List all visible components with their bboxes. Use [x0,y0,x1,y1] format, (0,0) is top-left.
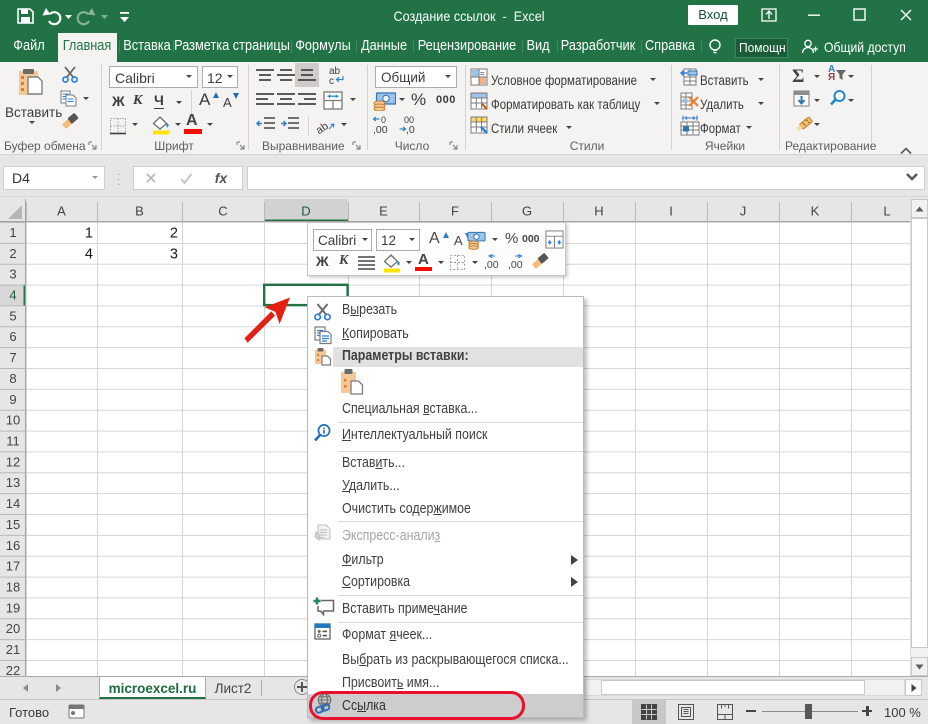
svg-text:6: 6 [9,329,16,344]
svg-text:8: 8 [9,371,16,386]
svg-text:c: c [329,76,334,85]
svg-text:F: F [451,204,459,219]
svg-text:J: J [740,204,747,219]
svg-text:20: 20 [6,621,20,636]
svg-text:19: 19 [6,600,20,615]
svg-text:D: D [301,204,310,219]
svg-text:16: 16 [6,538,20,553]
svg-text:I: I [669,204,673,219]
svg-text:1: 1 [85,225,93,241]
svg-text:,00: ,00 [508,259,523,271]
svg-text:A: A [57,204,66,219]
svg-text:C: C [218,204,227,219]
svg-text:7: 7 [9,350,16,365]
svg-text:12: 12 [6,454,20,469]
svg-text:14: 14 [6,496,20,511]
svg-text:2: 2 [9,246,16,261]
svg-text:11: 11 [6,434,20,449]
svg-text:,0: ,0 [406,124,415,135]
svg-text:L: L [883,204,890,219]
svg-text:,00: ,00 [484,259,499,271]
svg-text:3: 3 [170,246,178,262]
svg-text:E: E [379,204,388,219]
svg-text:,00: ,00 [373,124,388,135]
svg-text:B: B [135,204,144,219]
svg-text:1: 1 [9,225,16,240]
svg-text:2: 2 [170,225,178,241]
svg-text:4: 4 [9,288,16,303]
svg-text:21: 21 [6,642,20,657]
svg-text:=: = [480,69,485,78]
svg-text:17: 17 [6,559,20,574]
svg-text:15: 15 [6,517,20,532]
svg-text:9: 9 [9,392,16,407]
svg-text:ab: ab [316,120,331,136]
svg-text:18: 18 [6,580,20,595]
svg-text:H: H [594,204,603,219]
svg-text:G: G [522,204,532,219]
svg-text:22: 22 [6,663,20,676]
svg-text:3: 3 [9,267,16,282]
svg-text:4: 4 [85,246,93,262]
svg-text:5: 5 [9,308,16,323]
svg-text:K: K [811,204,820,219]
svg-text:10: 10 [6,413,20,428]
svg-text:fx: fx [215,170,229,186]
svg-text:13: 13 [6,475,20,490]
